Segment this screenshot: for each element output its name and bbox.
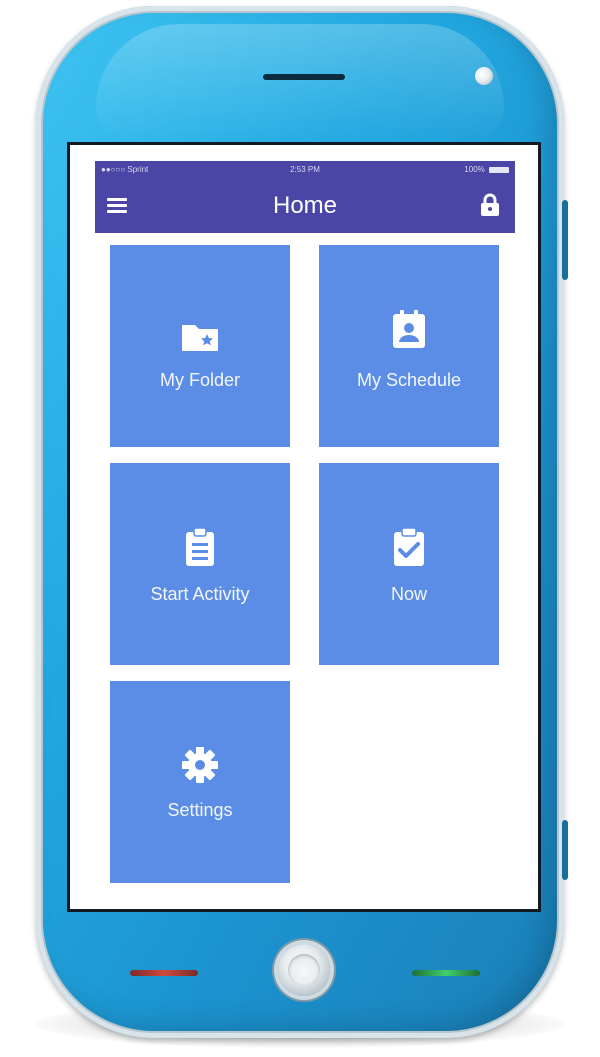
home-button-face [288,954,320,986]
stage: ●●○○○ Sprint 2:53 PM 100% Home My Folder… [0,0,600,1057]
phone-gloss [96,24,504,144]
calendar-person-icon [393,310,425,348]
clipboard-check-icon [394,527,424,566]
front-camera [475,67,493,85]
battery-percent: 100% [464,165,485,174]
tile-my-schedule[interactable]: My Schedule [319,245,499,447]
gear-icon [182,747,218,783]
battery-icon [489,166,509,173]
status-bar: ●●○○○ Sprint 2:53 PM 100% [95,161,515,179]
tile-now[interactable]: Now [319,463,499,665]
battery-status: 100% [464,161,509,179]
tile-label: Settings [167,800,233,820]
folder-star-icon [182,325,218,351]
tile-label: My Schedule [356,370,462,390]
tile-start-activity[interactable]: Start Activity [110,463,290,665]
page-title: Home [272,192,338,219]
side-button-lower [562,820,568,880]
phone-screen: ●●○○○ Sprint 2:53 PM 100% Home My Folder… [67,142,541,912]
indicator-light-green [412,970,480,976]
earpiece-speaker [263,74,345,80]
side-button-upper [562,200,568,280]
lock-icon[interactable] [479,193,501,217]
home-button[interactable] [278,944,330,996]
tile-label: Start Activity [150,584,250,604]
indicator-light-red [130,970,198,976]
tile-my-folder[interactable]: My Folder [110,245,290,447]
tile-label: My Folder [159,370,240,390]
tile-label: Now [390,584,427,604]
status-time: 2:53 PM [290,165,320,174]
tile-settings[interactable]: Settings [110,681,290,883]
clipboard-list-icon [186,527,214,566]
nav-bar: Home [95,179,515,233]
